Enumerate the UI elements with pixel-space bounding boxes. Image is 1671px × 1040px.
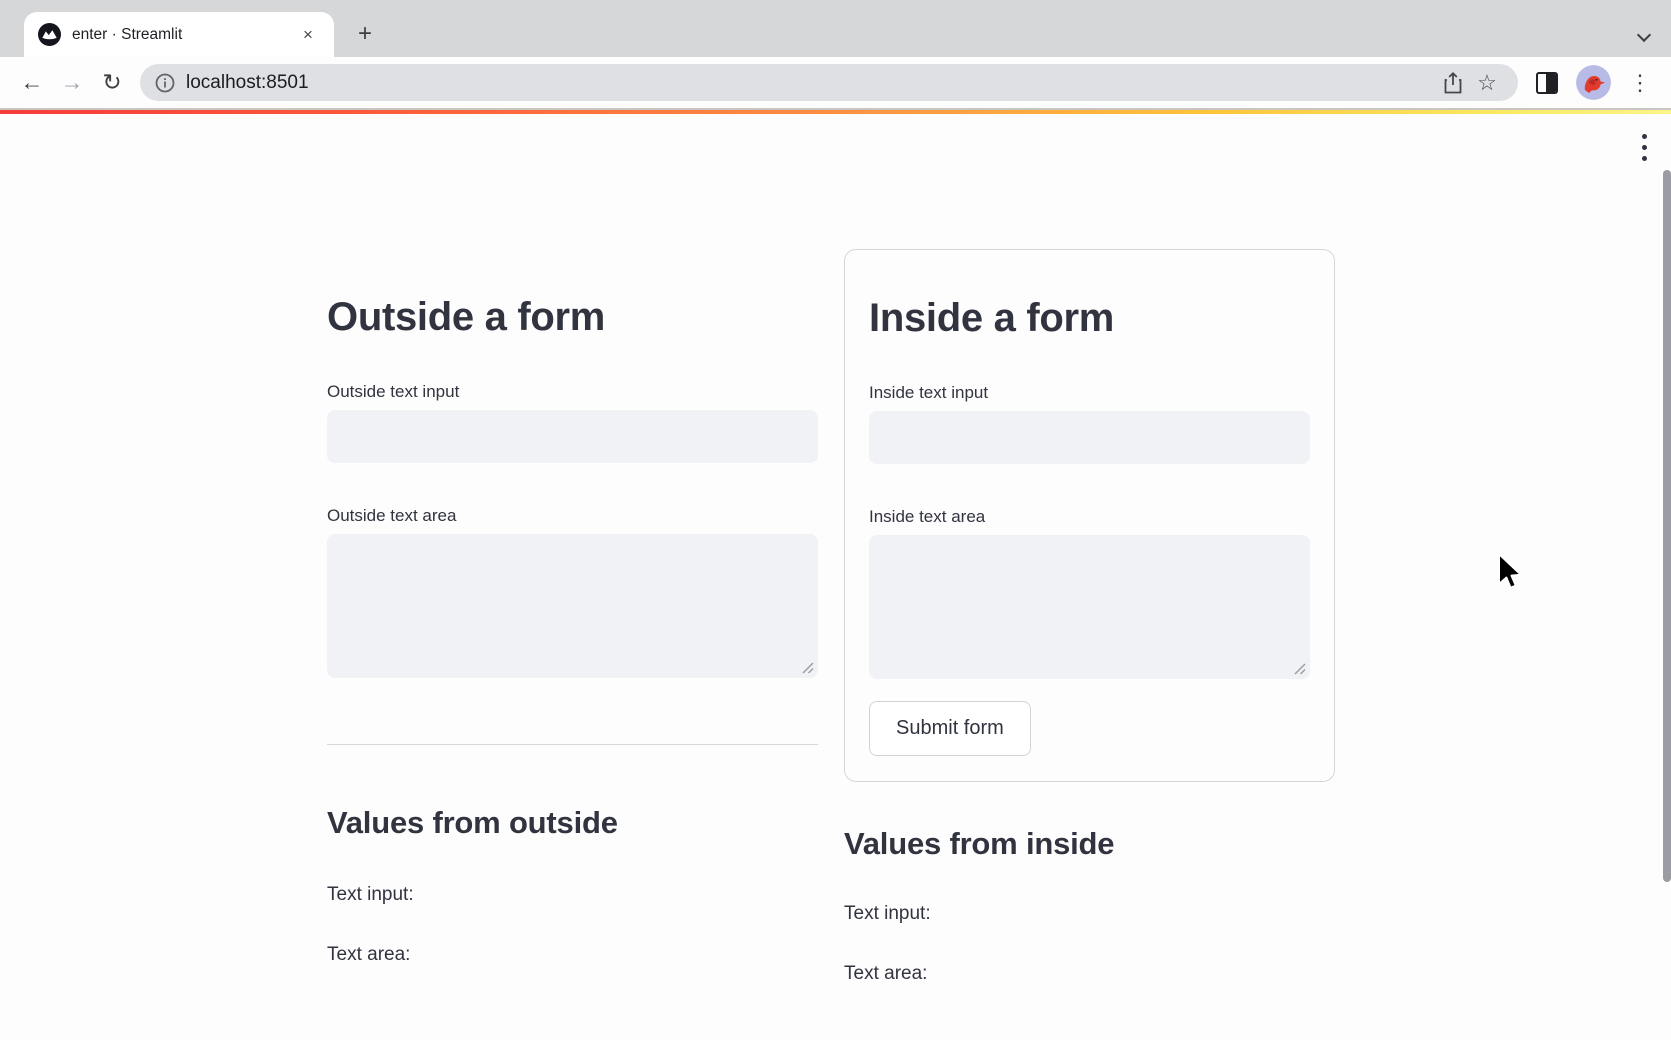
outside-form-heading: Outside a form xyxy=(327,293,818,341)
inside-text-area[interactable] xyxy=(869,535,1310,679)
inside-text-input-label: Inside text input xyxy=(869,382,1310,403)
profile-avatar[interactable] xyxy=(1576,65,1611,100)
inside-form-heading: Inside a form xyxy=(869,294,1310,342)
inside-text-area-value-line: Text area: xyxy=(844,962,1335,986)
column-outside: Outside a form Outside text input Outsid… xyxy=(327,249,818,986)
site-info-icon[interactable] xyxy=(154,72,176,94)
back-button[interactable]: ← xyxy=(12,63,52,103)
inside-text-input[interactable] xyxy=(869,411,1310,464)
textarea-resize-grip-icon[interactable] xyxy=(1294,663,1306,675)
outside-text-area[interactable] xyxy=(327,534,818,678)
outside-text-input[interactable] xyxy=(327,410,818,463)
streamlit-menu-icon[interactable] xyxy=(1635,132,1653,163)
browser-toolbar: ← → ↻ localhost:8501 ☆ xyxy=(0,57,1671,108)
new-tab-button[interactable]: + xyxy=(348,18,382,52)
forward-button: → xyxy=(52,63,92,103)
side-panel-button[interactable] xyxy=(1530,66,1564,100)
url-text[interactable]: localhost:8501 xyxy=(186,72,309,94)
streamlit-app: Outside a form Outside text input Outsid… xyxy=(0,114,1671,1040)
outside-text-input-value-line: Text input: xyxy=(327,883,818,907)
streamlit-favicon-icon xyxy=(38,23,61,46)
tab-list-chevron-down-icon[interactable] xyxy=(1639,33,1651,45)
page-scrollbar[interactable] xyxy=(1663,170,1671,882)
reload-button[interactable]: ↻ xyxy=(92,63,132,103)
inside-text-area-label: Inside text area xyxy=(869,506,1310,527)
browser-menu-icon[interactable]: ⋮ xyxy=(1623,66,1657,100)
submit-form-button[interactable]: Submit form xyxy=(869,701,1031,756)
outside-text-area-value-line: Text area: xyxy=(327,943,818,967)
address-bar[interactable]: localhost:8501 ☆ xyxy=(140,64,1518,101)
outside-text-area-label: Outside text area xyxy=(327,505,818,526)
tab-close-icon[interactable]: × xyxy=(296,23,320,47)
form-container: Inside a form Inside text input Inside t… xyxy=(844,249,1335,782)
values-outside-heading: Values from outside xyxy=(327,803,818,843)
browser-tab[interactable]: enter · Streamlit × xyxy=(24,12,334,57)
share-icon[interactable] xyxy=(1436,66,1470,100)
bookmark-star-icon[interactable]: ☆ xyxy=(1470,66,1504,100)
main-content: Outside a form Outside text input Outsid… xyxy=(327,114,1335,986)
outside-text-input-label: Outside text input xyxy=(327,381,818,402)
textarea-resize-grip-icon[interactable] xyxy=(802,662,814,674)
browser-tab-strip: enter · Streamlit × + xyxy=(0,0,1671,57)
divider xyxy=(327,744,818,745)
column-inside: Inside a form Inside text input Inside t… xyxy=(844,249,1335,986)
inside-text-input-value-line: Text input: xyxy=(844,902,1335,926)
values-inside-heading: Values from inside xyxy=(844,824,1335,864)
tab-title: enter · Streamlit xyxy=(72,26,296,44)
